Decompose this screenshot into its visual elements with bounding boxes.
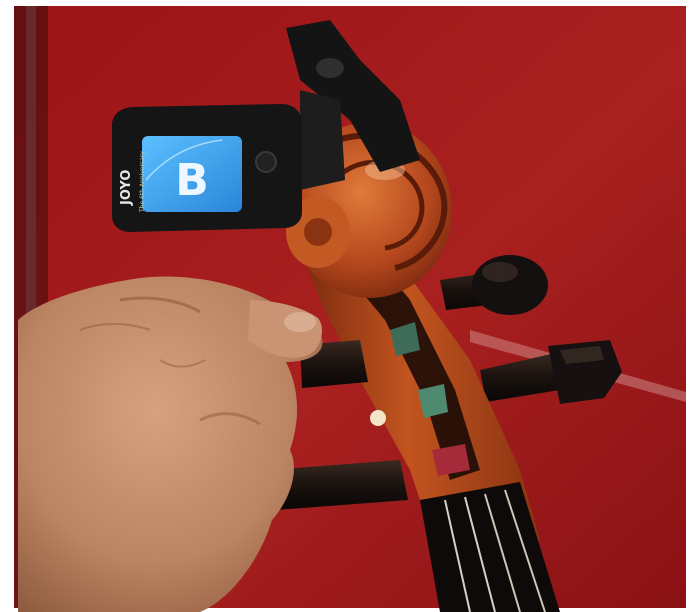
clip-on-tuner: B JOYO The 6th Anniversary — [112, 104, 302, 232]
tuner-brand: JOYO — [119, 170, 134, 206]
tuner-note: B — [175, 155, 209, 206]
tuner-tagline: The 6th Anniversary — [139, 151, 146, 213]
violin-tuning-photo: B JOYO The 6th Anniversary — [0, 0, 697, 612]
